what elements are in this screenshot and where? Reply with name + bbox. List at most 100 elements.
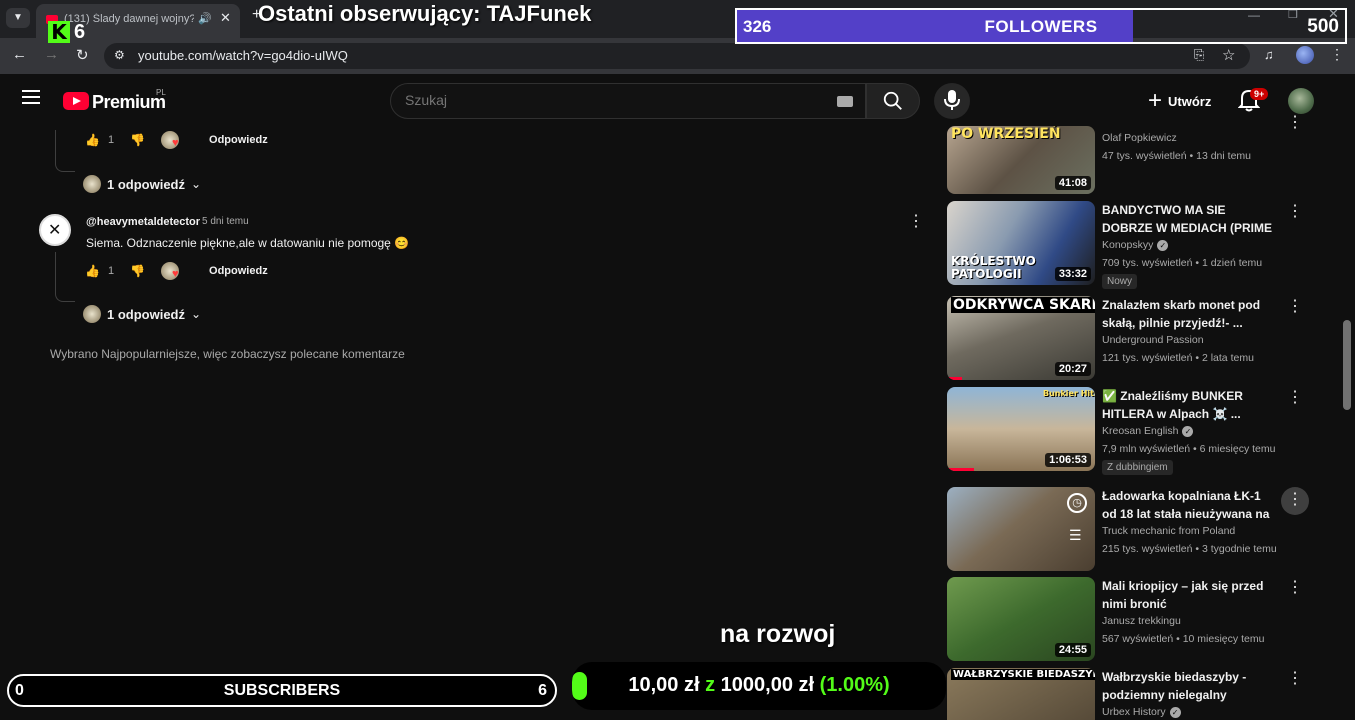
more-options-icon[interactable]: ⋮ bbox=[1287, 577, 1303, 597]
channel-name[interactable]: Olaf Popkiewicz bbox=[1102, 132, 1177, 144]
video-meta: 7,9 mln wyświetleń • 6 miesięcy temu bbox=[1102, 443, 1276, 455]
video-thumbnail[interactable]: ODKRYWCA SKARBU 20:27 bbox=[947, 296, 1095, 380]
more-options-icon[interactable]: ⋮ bbox=[1287, 387, 1303, 407]
video-meta: 567 wyświetleń • 10 miesięcy temu bbox=[1102, 633, 1265, 645]
replies-toggle[interactable]: 1 odpowiedź ⌄ bbox=[83, 303, 201, 325]
recommendation-item[interactable]: ODKRYWCA SKARBU 20:27 Znalazłem skarb mo… bbox=[947, 296, 1347, 380]
video-meta: 47 tys. wyświetleń • 13 dni temu bbox=[1102, 150, 1251, 162]
recommendation-item[interactable]: PO WRZESIEŃ 41:08 Olaf Popkiewicz 47 tys… bbox=[947, 110, 1347, 194]
thumbnail-text: PO WRZESIEŃ bbox=[951, 126, 1061, 142]
comment-author[interactable]: @heavymetaldetector bbox=[86, 216, 200, 228]
url-text[interactable]: youtube.com/watch?v=go4dio-uIWQ bbox=[138, 48, 348, 63]
more-options-icon[interactable]: ⋮ bbox=[1287, 112, 1303, 132]
add-to-queue-icon[interactable]: ☰ bbox=[1069, 527, 1082, 544]
video-title[interactable]: Wałbrzyskie biedaszyby - podziemny niele… bbox=[1102, 668, 1274, 704]
channel-name-text: Urbex History bbox=[1102, 706, 1166, 718]
subscribers-label: SUBSCRIBERS bbox=[223, 682, 341, 699]
channel-name[interactable]: Truck mechanic from Poland bbox=[1102, 525, 1235, 537]
channel-name[interactable]: Janusz trekkingu bbox=[1102, 615, 1181, 627]
comment-timestamp[interactable]: 5 dni temu bbox=[202, 216, 249, 227]
comment-text: Siema. Odznaczenie piękne,ale w datowani… bbox=[86, 236, 410, 250]
recommendation-item[interactable]: KRÓLESTWO PATOLOGII 33:32 BANDYCTWO MA S… bbox=[947, 201, 1347, 289]
forward-arrow-icon[interactable]: → bbox=[44, 46, 59, 63]
like-icon[interactable]: 👍 bbox=[85, 264, 100, 278]
thumbnail-text: Bunkier Hitlera bbox=[1043, 389, 1095, 398]
reply-button[interactable]: Odpowiedz bbox=[209, 134, 268, 146]
recommendation-item[interactable]: 24:55 Mali kriopijcy – jak się przed nim… bbox=[947, 577, 1347, 661]
recommendation-item[interactable]: WAŁBRZYSKIE BIEDASZYBY Wałbrzyskie bieda… bbox=[947, 668, 1347, 720]
video-duration: 33:32 bbox=[1054, 267, 1091, 281]
video-title[interactable]: BANDYCTWO MA SIE DOBRZE W MEDIACH (PRIME… bbox=[1102, 201, 1274, 237]
reload-icon[interactable]: ↻ bbox=[76, 46, 89, 64]
donation-percent: (1.00%) bbox=[819, 674, 890, 696]
channel-name-text: Kreosan English bbox=[1102, 425, 1179, 437]
search-button[interactable] bbox=[866, 83, 920, 119]
recommendation-item[interactable]: ◷ ☰ Ładowarka kopalniana ŁK-1 od 18 lat … bbox=[947, 487, 1347, 571]
speaker-icon[interactable]: 🔊 bbox=[198, 12, 212, 25]
kick-viewer-badge: K 6 bbox=[48, 18, 85, 46]
more-options-icon[interactable]: ⋮ bbox=[1287, 201, 1303, 221]
video-title[interactable]: ✅ Znaleźliśmy BUNKER HITLERA w Alpach ☠️… bbox=[1102, 387, 1274, 423]
like-count: 1 bbox=[107, 265, 115, 277]
last-follower-text: Ostatni obserwujący: TAJFunek bbox=[258, 1, 592, 26]
donation-raised: 10,00 zł bbox=[628, 674, 700, 696]
channel-name[interactable]: Konopskyy ✓ bbox=[1102, 239, 1169, 251]
reply-author-avatar bbox=[83, 175, 101, 193]
media-controls-icon[interactable]: ♫ bbox=[1264, 47, 1274, 62]
browser-profile-avatar[interactable] bbox=[1296, 46, 1314, 64]
youtube-logo-icon[interactable] bbox=[63, 92, 89, 110]
dislike-icon[interactable]: 👎 bbox=[130, 264, 145, 278]
browser-menu-icon[interactable]: ⋮ bbox=[1330, 46, 1344, 63]
comment-more-icon[interactable]: ⋮ bbox=[908, 211, 924, 231]
watch-later-icon[interactable]: ◷ bbox=[1067, 493, 1087, 513]
video-duration: 24:55 bbox=[1054, 643, 1091, 657]
more-options-icon[interactable]: ⋮ bbox=[1281, 487, 1309, 515]
more-options-icon[interactable]: ⋮ bbox=[1287, 668, 1303, 688]
tab-close-icon[interactable]: ✕ bbox=[220, 10, 231, 26]
channel-name-text: Konopskyy bbox=[1102, 239, 1154, 251]
address-bar[interactable]: ⚙ youtube.com/watch?v=go4dio-uIWQ ⎘ ☆ bbox=[104, 43, 1250, 69]
like-icon[interactable]: 👍 bbox=[85, 133, 100, 147]
bookmark-star-icon[interactable]: ☆ bbox=[1222, 46, 1235, 64]
video-thumbnail[interactable]: WAŁBRZYSKIE BIEDASZYBY bbox=[947, 668, 1095, 720]
menu-icon[interactable] bbox=[22, 90, 40, 104]
channel-name[interactable]: Kreosan English ✓ bbox=[1102, 425, 1194, 437]
back-arrow-icon[interactable]: ← bbox=[12, 46, 27, 63]
plus-icon: + bbox=[1148, 87, 1163, 114]
search-input[interactable] bbox=[405, 92, 805, 108]
video-thumbnail[interactable]: ◷ ☰ bbox=[947, 487, 1095, 571]
chevron-down-icon: ⌄ bbox=[191, 307, 202, 321]
install-app-icon[interactable]: ⎘ bbox=[1194, 47, 1204, 63]
video-thumbnail[interactable]: PO WRZESIEŃ 41:08 bbox=[947, 126, 1095, 194]
scrollbar-thumb[interactable] bbox=[1343, 320, 1351, 410]
more-options-icon[interactable]: ⋮ bbox=[1287, 296, 1303, 316]
keyboard-icon[interactable] bbox=[837, 96, 853, 107]
reply-author-avatar bbox=[83, 305, 101, 323]
replies-toggle[interactable]: 1 odpowiedź ⌄ bbox=[83, 173, 201, 195]
video-duration: 1:06:53 bbox=[1045, 453, 1091, 467]
video-title[interactable]: Ładowarka kopalniana ŁK-1 od 18 lat stał… bbox=[1102, 487, 1274, 523]
chevron-down-icon: ⌄ bbox=[191, 177, 202, 191]
video-meta: 215 tys. wyświetleń • 3 tygodnie temu bbox=[1102, 543, 1277, 555]
watch-progress-bar bbox=[947, 377, 962, 380]
dislike-icon[interactable]: 👎 bbox=[130, 133, 145, 147]
video-title[interactable]: Mali kriopijcy – jak się przed nimi bron… bbox=[1102, 577, 1274, 613]
video-thumbnail[interactable]: 24:55 bbox=[947, 577, 1095, 661]
creator-heart-icon bbox=[161, 262, 180, 280]
tab-search-button[interactable]: ▼ bbox=[6, 8, 30, 28]
video-thumbnail[interactable]: KRÓLESTWO PATOLOGII 33:32 bbox=[947, 201, 1095, 285]
channel-name[interactable]: Urbex History ✓ bbox=[1102, 706, 1181, 718]
youtube-premium-logo-text[interactable]: Premium bbox=[92, 92, 166, 113]
video-title[interactable]: Znalazłem skarb monet pod skałą, pilnie … bbox=[1102, 296, 1274, 332]
subscribers-goal: 6 bbox=[538, 682, 547, 699]
channel-name[interactable]: Underground Passion bbox=[1102, 334, 1204, 346]
new-badge: Nowy bbox=[1102, 274, 1138, 289]
commenter-avatar[interactable] bbox=[39, 214, 71, 246]
followers-goal: 500 bbox=[1307, 16, 1339, 37]
donation-goal-bar: 10,00 zł z 1000,00 zł (1.00%) bbox=[572, 662, 946, 710]
region-code: PL bbox=[156, 88, 166, 97]
video-thumbnail[interactable]: Bunkier Hitlera 1:06:53 bbox=[947, 387, 1095, 471]
reply-button[interactable]: Odpowiedz bbox=[209, 265, 268, 277]
site-info-icon[interactable]: ⚙ bbox=[114, 48, 125, 62]
recommendation-item[interactable]: Bunkier Hitlera 1:06:53 ✅ Znaleźliśmy BU… bbox=[947, 387, 1347, 475]
